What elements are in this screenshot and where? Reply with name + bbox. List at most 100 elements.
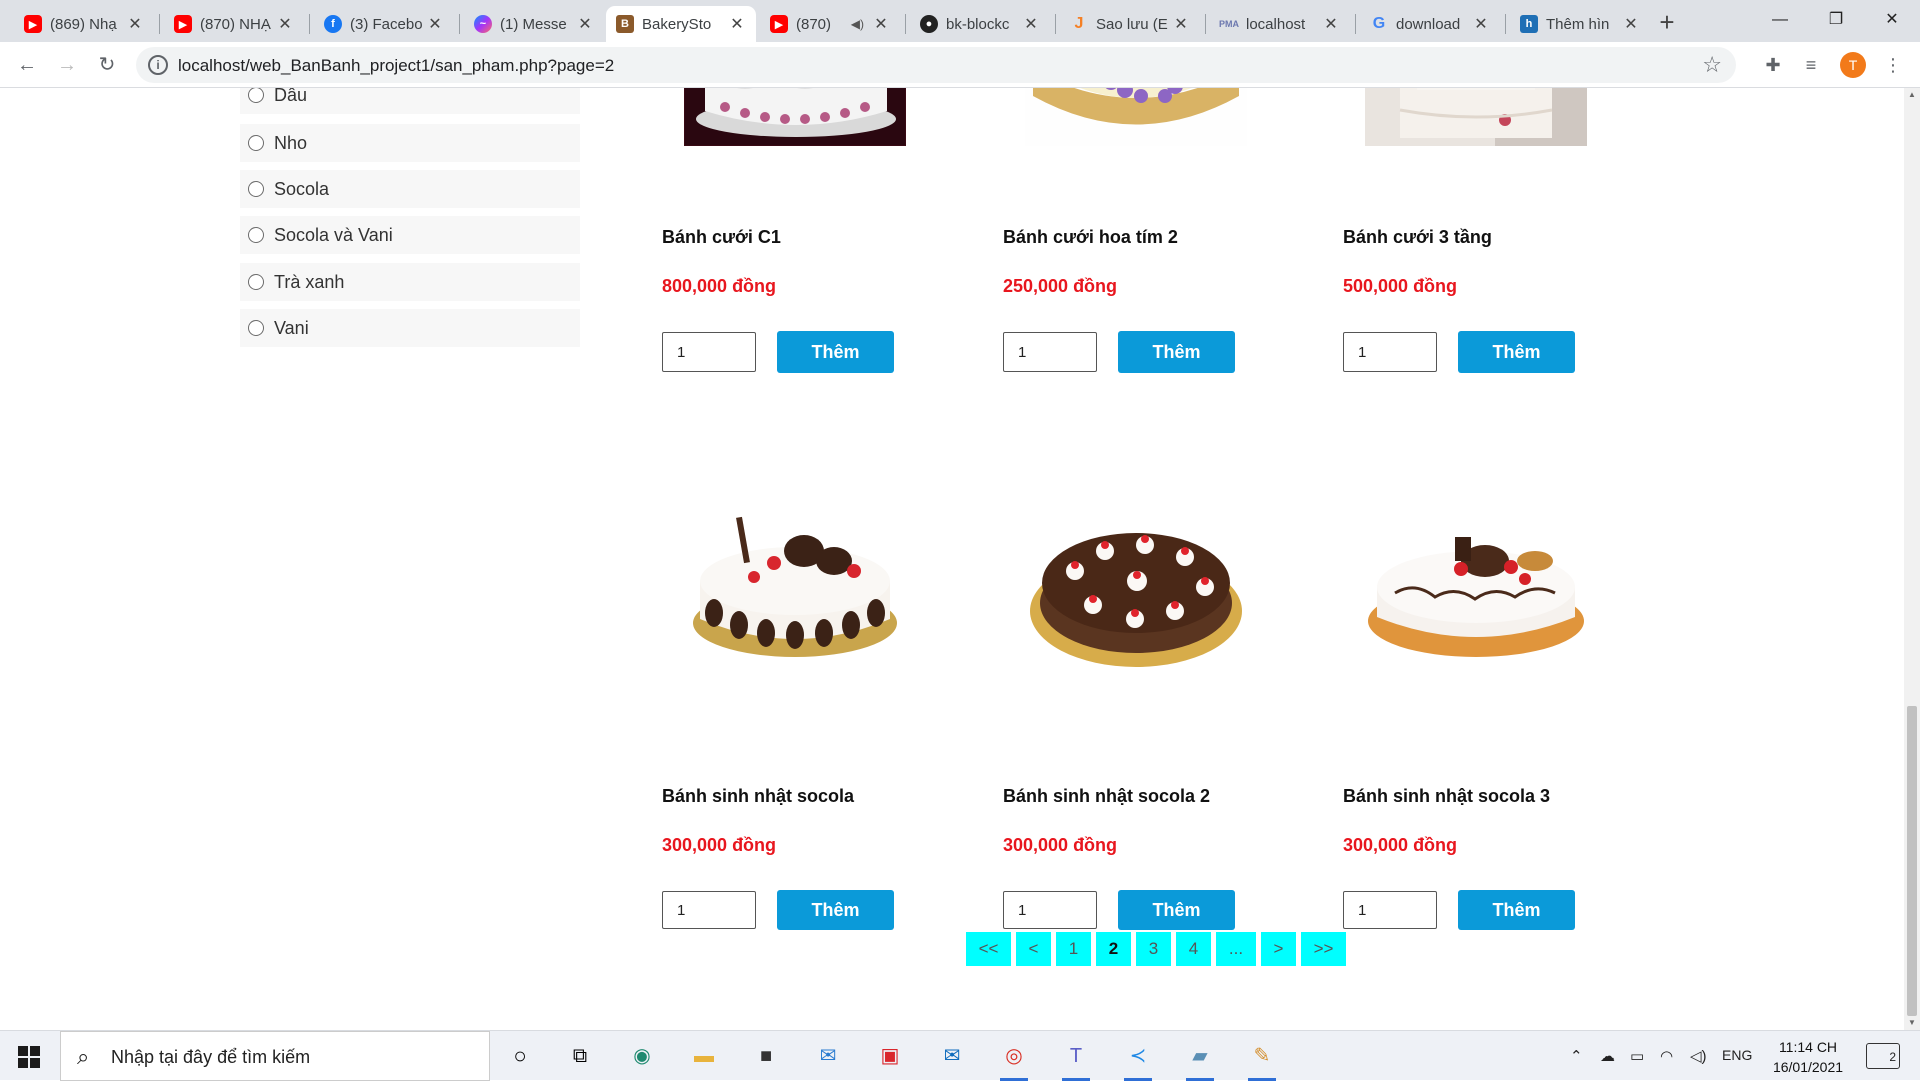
close-icon[interactable]: ✕ bbox=[276, 14, 294, 34]
gift-icon[interactable]: ▣ bbox=[872, 1039, 908, 1073]
close-icon[interactable]: ✕ bbox=[1622, 14, 1640, 34]
product-image[interactable] bbox=[684, 501, 906, 669]
windows-start-icon[interactable] bbox=[18, 1046, 40, 1068]
notification-center-icon[interactable]: 2 bbox=[1866, 1043, 1900, 1069]
window-close-button[interactable]: ✕ bbox=[1864, 0, 1920, 40]
page-ellipsis[interactable]: ... bbox=[1216, 932, 1256, 966]
radio-button[interactable] bbox=[248, 135, 264, 151]
filter-option[interactable]: Trà xanh bbox=[240, 263, 580, 301]
radio-button[interactable] bbox=[248, 320, 264, 336]
product-image[interactable] bbox=[684, 88, 906, 146]
quantity-input[interactable] bbox=[662, 891, 756, 929]
browser-tab[interactable]: ▶ (870) NHẠ ✕ bbox=[164, 6, 304, 42]
page-last-link[interactable]: >> bbox=[1301, 932, 1346, 966]
page-first-link[interactable]: << bbox=[966, 932, 1011, 966]
task-view-icon[interactable]: ⧉ bbox=[562, 1039, 598, 1073]
page-link[interactable]: 3 bbox=[1136, 932, 1171, 966]
media-control-icon[interactable]: ≡ bbox=[1798, 52, 1824, 78]
close-icon[interactable]: ✕ bbox=[1472, 14, 1490, 34]
radio-button[interactable] bbox=[248, 181, 264, 197]
battery-icon[interactable]: ▭ bbox=[1630, 1047, 1644, 1065]
filter-option[interactable]: Nho bbox=[240, 124, 580, 162]
wifi-icon[interactable]: ◠ bbox=[1660, 1047, 1673, 1065]
language-indicator[interactable]: ENG bbox=[1722, 1047, 1752, 1063]
cortana-icon[interactable]: ○ bbox=[502, 1039, 538, 1073]
audio-icon[interactable]: ◀) bbox=[851, 17, 864, 31]
page-prev-link[interactable]: < bbox=[1016, 932, 1051, 966]
volume-icon[interactable]: ◁) bbox=[1690, 1047, 1707, 1065]
browser-tab[interactable]: J Sao lưu (E ✕ bbox=[1060, 6, 1200, 42]
file-explorer-icon[interactable]: ▬ bbox=[686, 1039, 722, 1073]
browser-tab[interactable]: ▶ (869) Nhạ ✕ bbox=[14, 6, 154, 42]
app-icon[interactable]: ▰ bbox=[1182, 1039, 1218, 1081]
radio-button[interactable] bbox=[248, 88, 264, 103]
filter-option[interactable]: Vani bbox=[240, 309, 580, 347]
page-link[interactable]: 4 bbox=[1176, 932, 1211, 966]
extensions-icon[interactable]: ✚ bbox=[1760, 52, 1786, 78]
add-to-cart-button[interactable]: Thêm bbox=[777, 890, 894, 930]
add-to-cart-button[interactable]: Thêm bbox=[1118, 890, 1235, 930]
page-next-link[interactable]: > bbox=[1261, 932, 1296, 966]
system-clock[interactable]: 11:14 CH 16/01/2021 bbox=[1766, 1037, 1850, 1077]
add-to-cart-button[interactable]: Thêm bbox=[1458, 331, 1575, 373]
taskbar-search[interactable]: ⌕ Nhập tại đây để tìm kiếm bbox=[60, 1031, 490, 1081]
add-to-cart-button[interactable]: Thêm bbox=[777, 331, 894, 373]
bookmark-star-icon[interactable]: ☆ bbox=[1702, 52, 1722, 78]
scrollbar-thumb[interactable] bbox=[1907, 706, 1917, 1016]
back-button[interactable]: ← bbox=[12, 50, 42, 80]
vscode-icon[interactable]: ≺ bbox=[1120, 1039, 1156, 1081]
page-link-current[interactable]: 2 bbox=[1096, 932, 1131, 966]
url-text[interactable]: localhost/web_BanBanh_project1/san_pham.… bbox=[178, 56, 614, 76]
onedrive-icon[interactable]: ☁ bbox=[1600, 1047, 1615, 1065]
browser-tab[interactable]: ● bk-blockc ✕ bbox=[910, 6, 1050, 42]
quantity-input[interactable] bbox=[1003, 891, 1097, 929]
radio-button[interactable] bbox=[248, 227, 264, 243]
tray-chevron-icon[interactable]: ⌃ bbox=[1570, 1047, 1583, 1065]
product-image[interactable] bbox=[1365, 501, 1587, 669]
radio-button[interactable] bbox=[248, 274, 264, 290]
profile-avatar[interactable]: T bbox=[1840, 52, 1866, 78]
browser-tab[interactable]: ▶ (870) ◀) ✕ bbox=[760, 6, 900, 42]
restore-button[interactable]: ❐ bbox=[1808, 0, 1864, 40]
quantity-input[interactable] bbox=[1343, 891, 1437, 929]
product-name[interactable]: Bánh cưới hoa tím 2 bbox=[1003, 225, 1223, 250]
page-link[interactable]: 1 bbox=[1056, 932, 1091, 966]
product-name[interactable]: Bánh cưới 3 tầng bbox=[1343, 225, 1563, 250]
add-to-cart-button[interactable]: Thêm bbox=[1458, 890, 1575, 930]
address-bar[interactable]: i localhost/web_BanBanh_project1/san_pha… bbox=[136, 47, 1736, 83]
product-name[interactable]: Bánh sinh nhật socola 3 bbox=[1343, 784, 1563, 809]
quantity-input[interactable] bbox=[1343, 332, 1437, 372]
browser-tab[interactable]: G download ✕ bbox=[1360, 6, 1500, 42]
menu-icon[interactable]: ⋮ bbox=[1880, 52, 1906, 78]
new-tab-button[interactable]: + bbox=[1652, 8, 1682, 38]
paint-icon[interactable]: ✎ bbox=[1244, 1039, 1280, 1081]
forward-button[interactable]: → bbox=[52, 50, 82, 80]
scroll-down-arrow[interactable]: ▼ bbox=[1904, 1016, 1920, 1030]
browser-tab-active[interactable]: B BakerySto ✕ bbox=[606, 6, 756, 42]
product-image[interactable] bbox=[1025, 88, 1247, 146]
info-icon[interactable]: i bbox=[148, 55, 168, 75]
page-scrollbar[interactable]: ▲ ▼ bbox=[1904, 88, 1920, 1030]
browser-tab[interactable]: PMA localhost ✕ bbox=[1210, 6, 1350, 42]
close-icon[interactable]: ✕ bbox=[1172, 14, 1190, 34]
close-icon[interactable]: ✕ bbox=[728, 14, 746, 34]
filter-option[interactable]: Socola bbox=[240, 170, 580, 208]
browser-tab[interactable]: f (3) Facebo ✕ bbox=[314, 6, 454, 42]
product-name[interactable]: Bánh sinh nhật socola bbox=[662, 784, 882, 809]
filter-option[interactable]: Dâu bbox=[240, 88, 580, 114]
minimize-button[interactable]: — bbox=[1752, 0, 1808, 40]
quantity-input[interactable] bbox=[1003, 332, 1097, 372]
outlook-icon[interactable]: ✉ bbox=[934, 1039, 970, 1073]
product-image[interactable] bbox=[1365, 88, 1587, 146]
scroll-up-arrow[interactable]: ▲ bbox=[1904, 88, 1920, 102]
browser-tab[interactable]: h Thêm hìn ✕ bbox=[1510, 6, 1650, 42]
product-image[interactable] bbox=[1025, 501, 1247, 669]
store-icon[interactable]: ■ bbox=[748, 1039, 784, 1073]
close-icon[interactable]: ✕ bbox=[576, 14, 594, 34]
teams-icon[interactable]: T bbox=[1058, 1039, 1094, 1081]
filter-option[interactable]: Socola và Vani bbox=[240, 216, 580, 254]
edge-icon[interactable]: ◉ bbox=[624, 1039, 660, 1073]
mail-icon[interactable]: ✉ bbox=[810, 1039, 846, 1073]
product-name[interactable]: Bánh cưới C1 bbox=[662, 225, 882, 250]
close-icon[interactable]: ✕ bbox=[1022, 14, 1040, 34]
